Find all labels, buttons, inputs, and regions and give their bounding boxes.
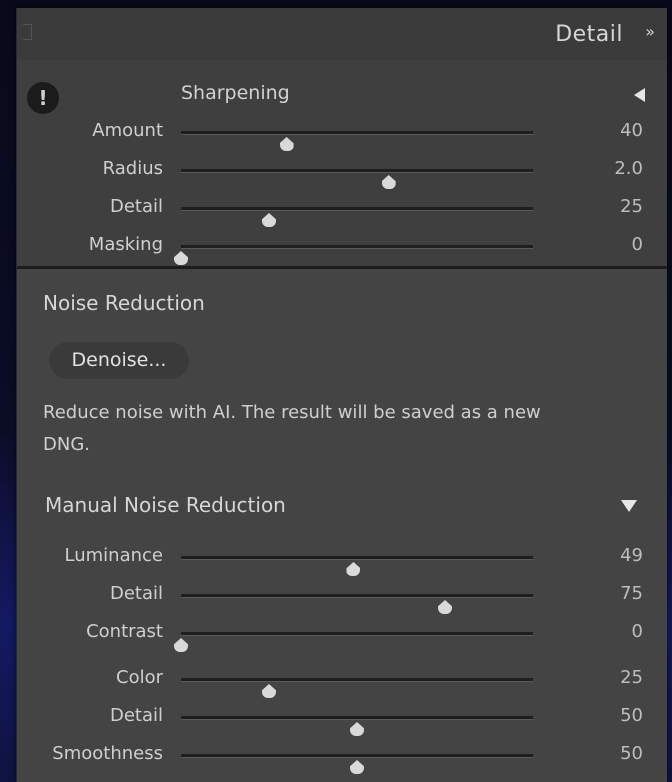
panel-title: Detail [555,22,623,47]
slider-color-detail[interactable]: Detail 50 [17,703,667,736]
slider-color[interactable]: Color 25 [17,665,667,698]
slider-value[interactable]: 49 [583,545,643,566]
slider-track[interactable] [181,678,533,698]
denoise-description: Reduce noise with AI. The result will be… [43,402,541,455]
noise-reduction-section: Noise Reduction Denoise... Reduce noise … [17,269,667,782]
slider-label: Radius [102,158,163,179]
slider-track[interactable] [174,632,533,652]
slider-sharpening-masking[interactable]: Masking 0 [17,232,667,265]
slider-value[interactable]: 50 [583,705,643,726]
slider-label: Contrast [86,621,163,642]
slider-value[interactable]: 50 [583,743,643,764]
warning-icon[interactable]: ! [27,82,59,114]
slider-label: Masking [88,234,163,255]
disclosure-triangle-icon[interactable] [621,500,637,512]
slider-thumb[interactable] [350,722,364,736]
slider-thumb[interactable] [174,638,188,652]
slider-track[interactable] [181,207,533,227]
slider-thumb[interactable] [346,562,361,576]
sharpening-section: ! Sharpening Amount 40 Radius 2.0 Detail… [17,60,667,266]
slider-thumb[interactable] [279,137,294,151]
collapse-icon[interactable]: » [645,22,655,41]
panel-edge-icon [23,24,32,40]
slider-luminance[interactable]: Luminance 49 [17,543,667,576]
slider-track[interactable] [181,594,533,614]
slider-value[interactable]: 40 [583,120,643,141]
slider-track[interactable] [181,754,533,774]
slider-luminance-contrast[interactable]: Contrast 0 [17,619,667,652]
disclosure-triangle-icon[interactable] [634,88,645,102]
manual-noise-reduction-title: Manual Noise Reduction [45,493,286,517]
denoise-button[interactable]: Denoise... [49,341,189,379]
slider-label: Smoothness [52,743,163,764]
slider-track[interactable] [174,245,533,265]
slider-label: Detail [109,583,163,604]
slider-label: Luminance [64,545,163,566]
slider-label: Detail [109,196,163,217]
slider-sharpening-amount[interactable]: Amount 40 [17,118,667,151]
slider-track[interactable] [181,131,533,151]
slider-value[interactable]: 0 [583,621,643,642]
slider-track[interactable] [181,556,533,576]
slider-track[interactable] [181,716,533,736]
slider-value[interactable]: 25 [583,667,643,688]
slider-value[interactable]: 25 [583,196,643,217]
detail-panel: Detail » ! Sharpening Amount 40 Radius 2… [16,8,667,782]
slider-luminance-detail[interactable]: Detail 75 [17,581,667,614]
slider-value[interactable]: 75 [583,583,643,604]
slider-sharpening-detail[interactable]: Detail 25 [17,194,667,227]
panel-header[interactable]: Detail » [17,8,667,61]
slider-label: Detail [109,705,163,726]
slider-thumb[interactable] [438,600,452,614]
slider-thumb[interactable] [350,760,364,774]
slider-label: Amount [92,120,163,141]
slider-label: Color [116,667,163,688]
slider-track[interactable] [181,169,533,189]
slider-smoothness[interactable]: Smoothness 50 [17,741,667,774]
slider-thumb[interactable] [262,213,276,227]
slider-thumb[interactable] [174,251,188,265]
slider-thumb[interactable] [262,684,276,698]
sharpening-title: Sharpening [181,82,290,104]
slider-thumb[interactable] [381,175,396,189]
noise-reduction-title: Noise Reduction [43,291,205,315]
slider-sharpening-radius[interactable]: Radius 2.0 [17,156,667,189]
slider-value[interactable]: 0 [583,234,643,255]
slider-value[interactable]: 2.0 [583,158,643,179]
